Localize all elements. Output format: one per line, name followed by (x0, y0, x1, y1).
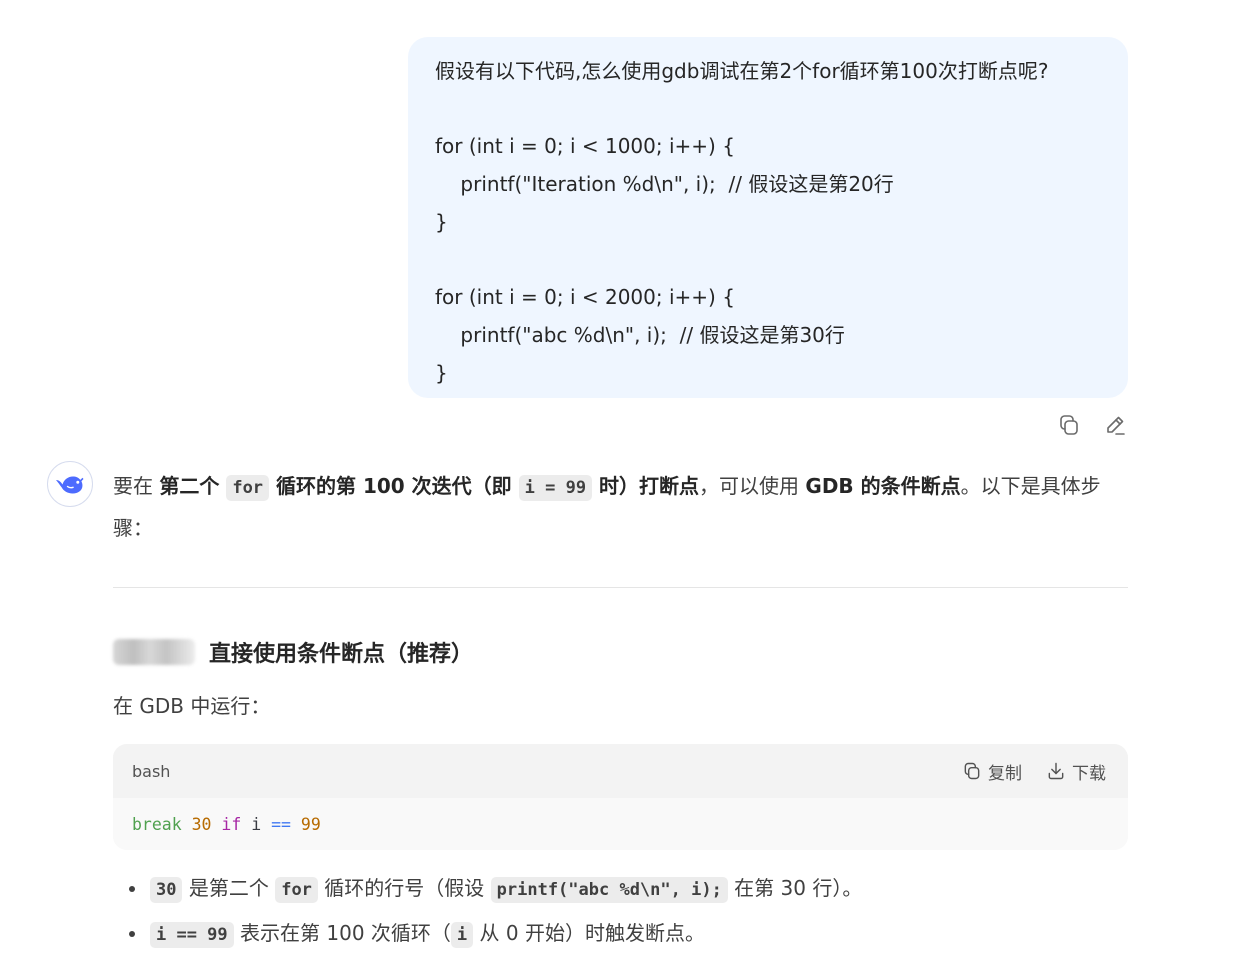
user-message-bubble: 假设有以下代码,怎么使用gdb调试在第2个for循环第100次打断点呢? for… (408, 37, 1128, 398)
user-message-line: printf("Iteration %d\n", i); // 假设这是第20行 (435, 172, 894, 197)
code-token: 30 (191, 814, 212, 834)
inline-code: for (226, 475, 270, 501)
whale-logo-icon (56, 476, 84, 494)
list-item-text: 循环的行号（假设 (317, 876, 491, 900)
chat-page: 假设有以下代码,怎么使用gdb调试在第2个for循环第100次打断点呢? for… (0, 0, 1252, 969)
code-content: break 30 if i == 99 (113, 798, 1128, 850)
blurred-heading-prefix (113, 639, 195, 665)
download-icon (1048, 762, 1064, 780)
inline-code: i == 99 (150, 922, 234, 948)
download-code-label: 下载 (1072, 763, 1106, 784)
list-item-text: 表示在第 100 次循环（ (233, 921, 451, 945)
list-item-text: 是第二个 (182, 876, 276, 900)
list-item-text: 从 0 开始）时触发断点。 (473, 921, 705, 945)
section-heading-text: 直接使用条件断点（推荐） (209, 642, 474, 667)
inline-code: 30 (150, 877, 183, 903)
list-item: 30 是第二个 for 循环的行号（假设 printf("abc %d\n", … (113, 866, 1128, 911)
code-token: == (271, 814, 291, 834)
copy-code-button[interactable]: 复制 (962, 759, 1022, 784)
intro-text: 要在 (113, 474, 160, 498)
code-token: i (241, 814, 272, 834)
user-message-line: 假设有以下代码,怎么使用gdb调试在第2个for循环第100次打断点呢? (435, 59, 1049, 83)
inline-code: for (275, 877, 318, 903)
assistant-answer: 要在 第二个 for 循环的第 100 次迭代（即 i = 99 时）打断点，可… (113, 466, 1128, 548)
user-message-actions (1056, 411, 1128, 439)
intro-bold: 第二个 (159, 474, 227, 498)
answer-intro: 要在 第二个 for 循环的第 100 次迭代（即 i = 99 时）打断点，可… (113, 466, 1128, 548)
intro-bold: GDB 的条件断点 (805, 474, 961, 498)
user-message-line: } (435, 360, 448, 385)
explanation-list: 30 是第二个 for 循环的行号（假设 printf("abc %d\n", … (113, 866, 1128, 956)
code-token: 99 (300, 814, 321, 834)
user-message-line (435, 241, 1108, 279)
list-item: i == 99 表示在第 100 次循环（ i 从 0 开始）时触发断点。 (113, 911, 1128, 956)
inline-code: printf("abc %d\n", i); (490, 877, 728, 903)
inline-code: i = 99 (518, 475, 593, 501)
user-message-line: for (int i = 0; i < 1000; i++) { (435, 134, 735, 159)
user-message-line: printf("abc %d\n", i); // 假设这是第30行 (435, 322, 845, 347)
intro-text: ，可以使用 (699, 474, 806, 498)
intro-bold: 时）打断点 (592, 474, 700, 498)
intro-bold: 循环的第 100 次迭代（即 (269, 474, 519, 498)
code-block: bash 复制 下载 break 30 if i == 99 (113, 744, 1128, 850)
code-token: break (132, 814, 182, 834)
code-block-actions: 复制 下载 (962, 759, 1106, 784)
user-message-line: } (435, 209, 448, 234)
list-item-text: 在第 30 行）。 (727, 876, 863, 900)
copy-message-button[interactable] (1056, 411, 1082, 439)
user-message-line (435, 91, 1108, 129)
assistant-avatar (47, 461, 93, 507)
code-token: if (221, 814, 242, 834)
download-code-button[interactable]: 下载 (1046, 759, 1106, 784)
copy-icon (964, 762, 980, 780)
edit-icon (1107, 416, 1125, 435)
copy-icon (1060, 415, 1078, 435)
code-block-header: bash 复制 下载 (113, 744, 1128, 798)
code-language-label: bash (132, 761, 171, 781)
section-heading: 直接使用条件断点（推荐） (113, 632, 473, 672)
copy-code-label: 复制 (988, 763, 1022, 784)
run-instruction: 在 GDB 中运行： (113, 694, 271, 718)
section-divider (113, 587, 1128, 588)
inline-code: i (450, 922, 474, 948)
edit-message-button[interactable] (1102, 411, 1128, 439)
user-message-line: for (int i = 0; i < 2000; i++) { (435, 285, 735, 310)
